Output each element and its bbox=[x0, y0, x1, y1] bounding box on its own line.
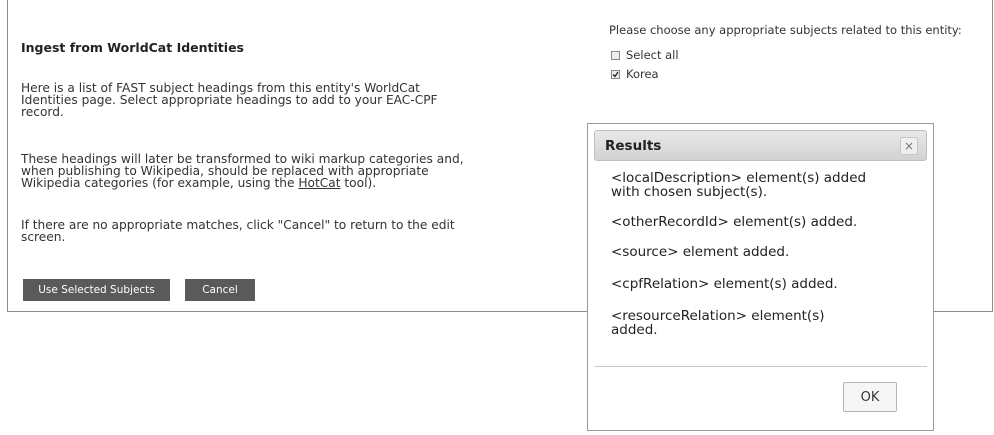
select-all-row[interactable]: Select all bbox=[611, 48, 679, 62]
intro-line: record. bbox=[21, 105, 64, 119]
result-message-line: added. bbox=[611, 322, 658, 338]
result-message: <otherRecordId> element(s) added. bbox=[611, 215, 921, 229]
cancel-button[interactable]: Cancel bbox=[185, 279, 255, 301]
subjects-prompt: Please choose any appropriate subjects r… bbox=[609, 23, 962, 37]
result-message: <source> element added. bbox=[611, 245, 921, 259]
result-message-line: <cpfRelation> element(s) added. bbox=[611, 276, 838, 292]
result-message: <localDescription> element(s) added with… bbox=[611, 171, 921, 199]
result-message-line: <otherRecordId> element(s) added. bbox=[611, 214, 858, 230]
cancel-hint-line: screen. bbox=[21, 230, 66, 244]
subject-row-korea[interactable]: Korea bbox=[611, 67, 659, 81]
cancel-hint-paragraph: If there are no appropriate matches, cli… bbox=[21, 219, 455, 243]
dialog-header: Results × bbox=[594, 130, 927, 161]
transform-line-pre: Wikipedia categories (for example, using… bbox=[21, 176, 299, 190]
use-selected-subjects-button[interactable]: Use Selected Subjects bbox=[23, 279, 170, 301]
result-message-line: <resourceRelation> element(s) bbox=[611, 308, 825, 324]
hotcat-link[interactable]: HotCat bbox=[298, 176, 340, 190]
result-message: <resourceRelation> element(s) added. bbox=[611, 309, 921, 337]
result-message-line: <localDescription> element(s) added bbox=[611, 170, 867, 186]
select-all-checkbox[interactable] bbox=[611, 50, 620, 60]
result-message-line: with chosen subject(s). bbox=[611, 184, 768, 200]
subject-label: Korea bbox=[626, 67, 659, 81]
transform-line-post: tool). bbox=[340, 176, 377, 190]
intro-paragraph: Here is a list of FAST subject headings … bbox=[21, 82, 438, 118]
dialog-divider bbox=[594, 366, 927, 367]
result-message-line: <source> element added. bbox=[611, 244, 790, 260]
dialog-title: Results bbox=[605, 138, 662, 154]
check-icon bbox=[612, 71, 619, 78]
intro-line: Identities page. Select appropriate head… bbox=[21, 93, 438, 107]
transform-line: Wikipedia categories (for example, using… bbox=[21, 177, 464, 189]
close-icon[interactable]: × bbox=[900, 137, 918, 155]
results-dialog: Results × <localDescription> element(s) … bbox=[587, 123, 934, 431]
result-message: <cpfRelation> element(s) added. bbox=[611, 277, 921, 291]
ok-button[interactable]: OK bbox=[843, 382, 897, 412]
select-all-label: Select all bbox=[626, 48, 679, 62]
korea-checkbox[interactable] bbox=[611, 69, 620, 79]
transform-paragraph: These headings will later be transformed… bbox=[21, 153, 464, 189]
ingest-title: Ingest from WorldCat Identities bbox=[21, 40, 244, 55]
cancel-hint-line: If there are no appropriate matches, cli… bbox=[21, 218, 455, 232]
